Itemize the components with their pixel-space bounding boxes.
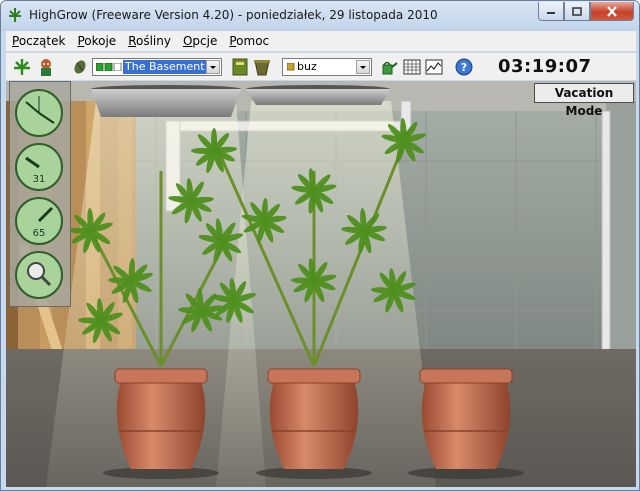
- close-icon: [607, 5, 617, 17]
- menu-bar: Początek Pokoje Rośliny Opcje Pomoc: [6, 31, 636, 51]
- light-dial[interactable]: 65: [14, 196, 64, 246]
- chevron-down-icon: [360, 66, 366, 69]
- menu-accel: O: [182, 34, 193, 48]
- close-button[interactable]: [590, 2, 634, 21]
- plant-3[interactable]: [408, 368, 524, 479]
- vacation-mode-button[interactable]: Vacation Mode: [534, 83, 634, 118]
- plant-select[interactable]: buz: [282, 58, 372, 76]
- seed-icon[interactable]: [70, 57, 90, 77]
- plant-status-icon: [287, 63, 295, 71]
- moisture-value: 31: [33, 174, 46, 185]
- help-icon[interactable]: ?: [454, 57, 474, 77]
- watering-can-icon[interactable]: [378, 57, 398, 77]
- menu-label-rest: oczątek: [18, 34, 66, 48]
- window-title: HighGrow (Freeware Version 4.20) - ponie…: [29, 8, 438, 22]
- plants-layer[interactable]: [6, 81, 636, 487]
- menu-pokoje[interactable]: Pokoje: [71, 31, 122, 51]
- game-clock: 03:19:07: [498, 56, 592, 77]
- room-select[interactable]: The Basement: [92, 58, 222, 76]
- moisture-dial[interactable]: 31: [14, 142, 64, 192]
- title-bar: HighGrow (Freeware Version 4.20) - ponie…: [1, 1, 639, 31]
- room-select-value: The Basement: [123, 60, 207, 74]
- gauge-panel: 31 65: [9, 81, 71, 307]
- minimize-icon: [547, 12, 555, 14]
- menu-label-rest: okoje: [84, 34, 117, 48]
- grow-room-scene[interactable]: 31 65 Vacation Mode: [6, 81, 636, 487]
- plant-select-value: buz: [297, 60, 317, 73]
- plant-1[interactable]: [68, 171, 244, 479]
- maximize-icon: [572, 6, 582, 16]
- menu-opcje[interactable]: Opcje: [177, 31, 223, 51]
- leaf-icon[interactable]: [12, 57, 32, 77]
- chart-icon[interactable]: [424, 57, 444, 77]
- magnifier-button[interactable]: [14, 250, 64, 300]
- menu-accel: P: [12, 34, 19, 48]
- book-icon[interactable]: [230, 57, 250, 77]
- app-window: HighGrow (Freeware Version 4.20) - ponie…: [0, 0, 640, 491]
- grower-icon[interactable]: [36, 57, 56, 77]
- clock-dial[interactable]: [14, 88, 64, 138]
- light-value: 65: [33, 228, 46, 239]
- menu-rosliny[interactable]: Rośliny: [122, 31, 177, 51]
- room-status-icon: [96, 63, 122, 71]
- menu-label-rest: pcje: [192, 34, 218, 48]
- minimize-button[interactable]: [538, 2, 564, 21]
- menu-label-rest: ośliny: [136, 34, 171, 48]
- menu-accel: R: [128, 34, 136, 48]
- leaf-logo-icon: [9, 8, 21, 22]
- menu-poczatek[interactable]: Początek: [6, 31, 71, 51]
- grid-icon[interactable]: [402, 57, 422, 77]
- room-select-dropdown[interactable]: [206, 60, 220, 74]
- pot-icon[interactable]: [252, 57, 272, 77]
- plant-select-dropdown[interactable]: [356, 60, 370, 74]
- toolbar: The Basement buz ? 03:19:07: [6, 52, 636, 80]
- maximize-button[interactable]: [564, 2, 590, 21]
- menu-pomoc[interactable]: Pomoc: [223, 31, 275, 51]
- menu-label-rest: omoc: [236, 34, 270, 48]
- chevron-down-icon: [210, 66, 216, 69]
- plant-2[interactable]: [191, 118, 427, 479]
- svg-text:?: ?: [461, 61, 467, 74]
